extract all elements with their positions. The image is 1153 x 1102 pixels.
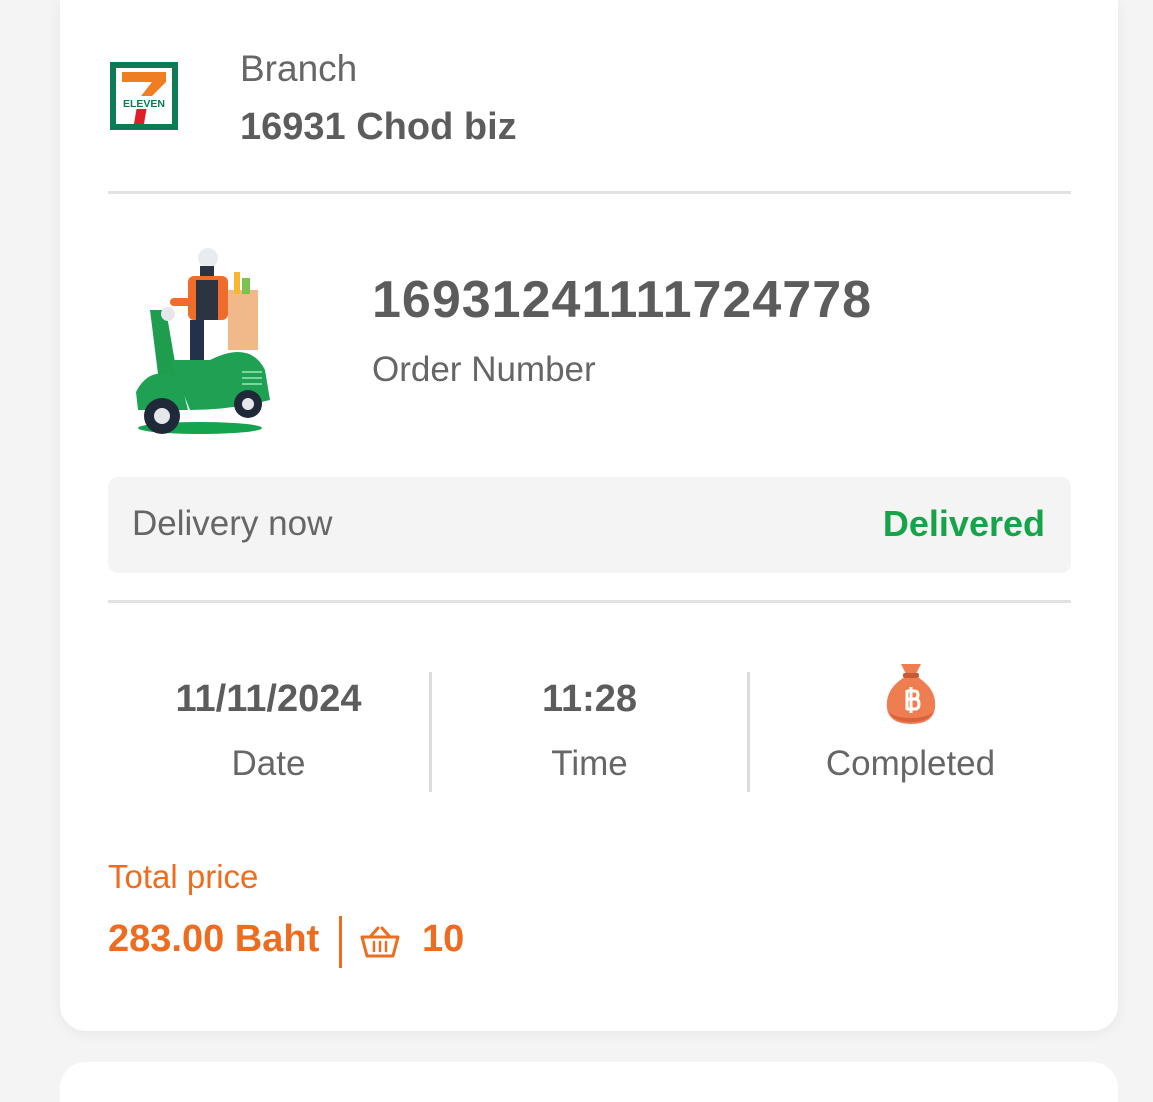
basket-icon (360, 926, 400, 958)
divider (108, 600, 1071, 603)
delivery-rider-icon (136, 248, 270, 434)
delivery-status: Delivered (882, 503, 1045, 544)
total-price-label: Total price (108, 858, 259, 895)
divider (108, 191, 1071, 194)
time-label: Time (551, 744, 628, 783)
branch-label: Branch (240, 48, 358, 89)
delivery-status-box: Delivery now Delivered (108, 477, 1071, 573)
order-number: 16931241111724778 (372, 271, 873, 329)
order-number-label: Order Number (372, 350, 596, 389)
payment-stat: Completed (750, 660, 1071, 800)
date-label: Date (231, 744, 306, 783)
order-time: 11:28 (541, 678, 638, 720)
money-bag-baht-icon (886, 664, 936, 724)
logo-text: ELEVEN (123, 98, 165, 110)
separator (339, 916, 342, 968)
time-stat: 11:28 Time (429, 660, 750, 800)
delivery-type: Delivery now (132, 504, 333, 543)
next-order-card[interactable] (60, 1062, 1118, 1102)
branch-name: 16931 Chod biz (240, 106, 517, 148)
seven-eleven-logo-icon: ELEVEN (108, 60, 180, 132)
payment-status-label: Completed (825, 744, 996, 783)
order-date: 11/11/2024 (175, 678, 362, 720)
order-card[interactable]: ELEVEN Branch 16931 Chod biz 16931241111… (60, 0, 1118, 1031)
item-count: 10 (422, 918, 465, 960)
total-price: 283.00 Baht (108, 918, 320, 960)
order-stats: 11/11/2024 Date 11:28 Time Completed (108, 660, 1071, 800)
date-stat: 11/11/2024 Date (108, 660, 429, 800)
